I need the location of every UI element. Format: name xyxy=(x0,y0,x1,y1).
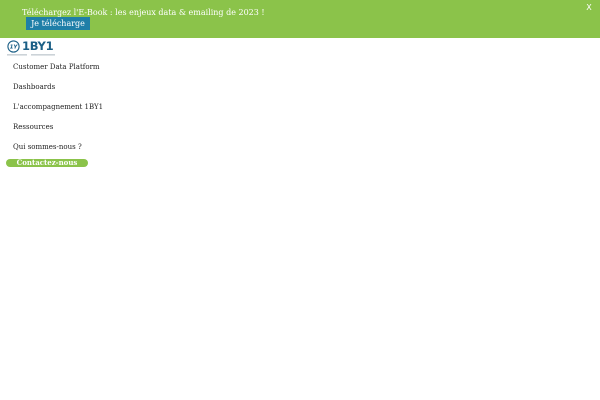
close-banner-button[interactable]: X xyxy=(584,3,594,13)
promo-banner: Téléchargez l'E-Book : les enjeux data &… xyxy=(0,0,600,38)
nav-item-ressources[interactable]: Ressources xyxy=(13,123,53,131)
nav-item-dashboards[interactable]: Dashboards xyxy=(13,83,55,91)
logo-tagline-decoration xyxy=(7,54,55,56)
contact-button[interactable]: Contactez-nous xyxy=(6,159,88,167)
logo-text: 1BY1 xyxy=(22,39,54,53)
svg-text:1Y: 1Y xyxy=(10,45,19,51)
nav-item-qui-sommes-nous[interactable]: Qui sommes-nous ? xyxy=(13,143,82,151)
nav-item-customer-data-platform[interactable]: Customer Data Platform xyxy=(13,63,100,71)
1by1-logo-mark-icon: 1Y xyxy=(7,40,20,53)
download-ebook-button[interactable]: Je télécharge xyxy=(26,17,90,30)
banner-text: Téléchargez l'E-Book : les enjeux data &… xyxy=(22,8,265,17)
site-logo[interactable]: 1Y 1BY1 xyxy=(6,39,56,58)
nav-item-accompagnement[interactable]: L'accompagnement 1BY1 xyxy=(13,103,103,111)
